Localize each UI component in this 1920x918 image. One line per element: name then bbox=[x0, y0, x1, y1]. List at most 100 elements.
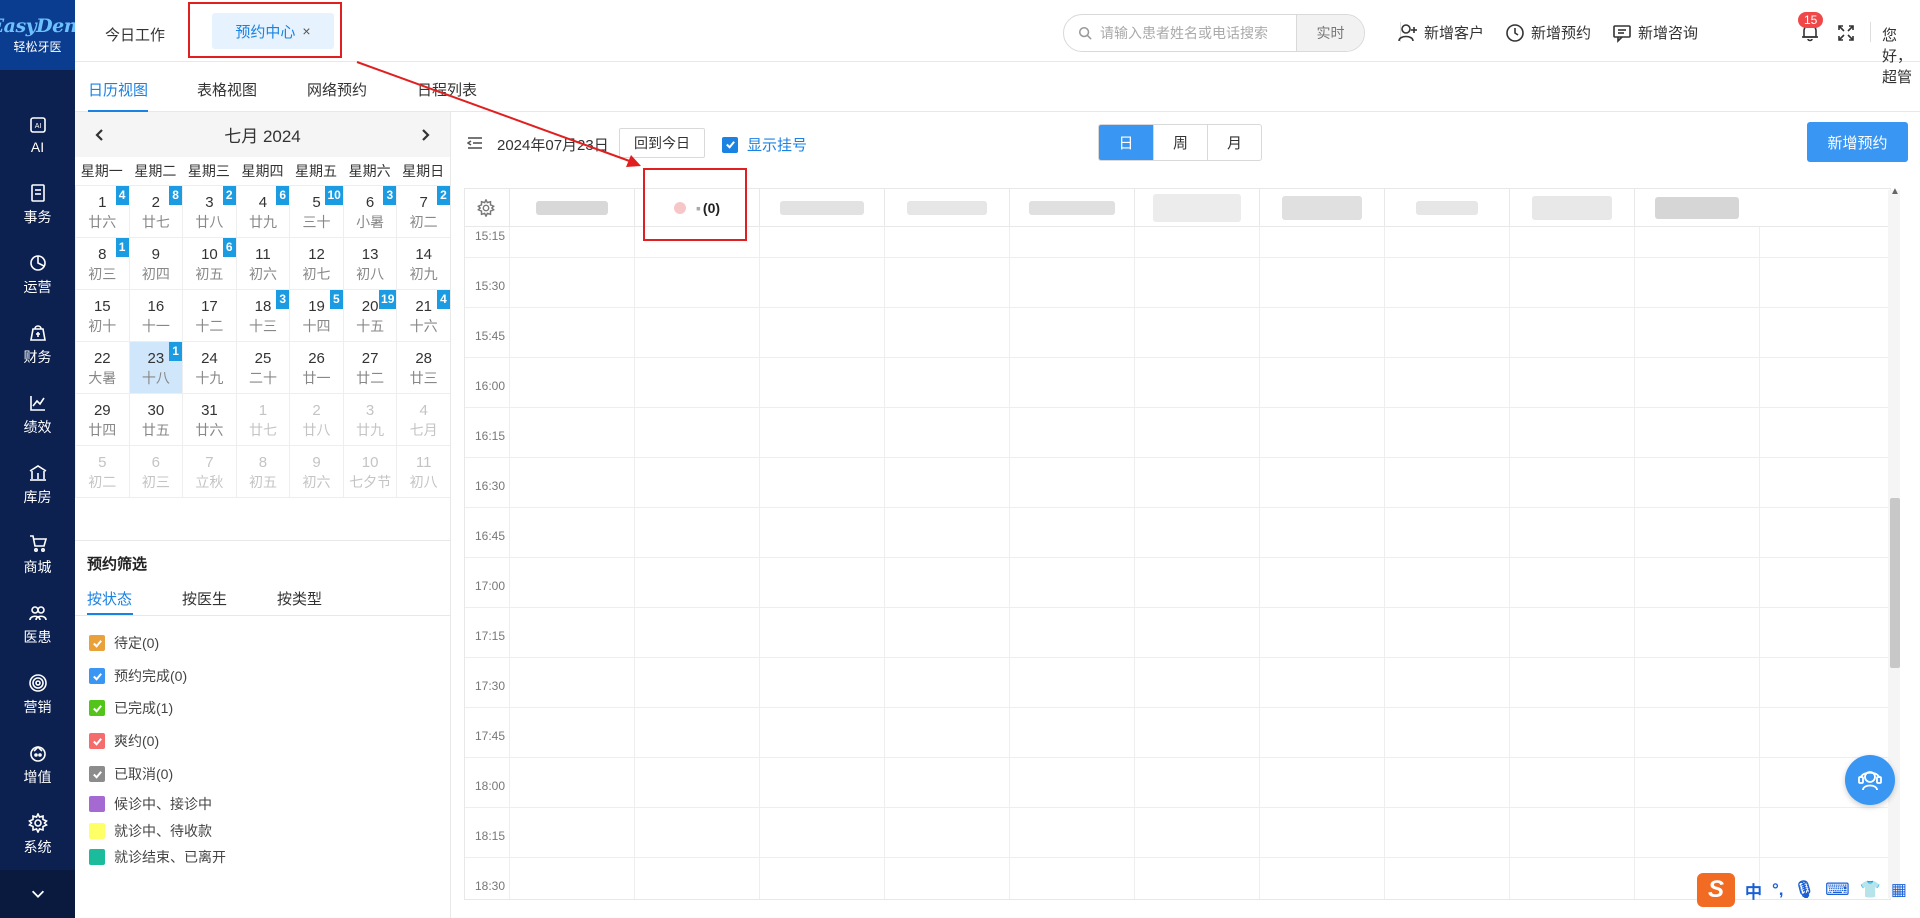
calendar-day[interactable]: 4 七月 bbox=[397, 394, 451, 446]
status-filter-item[interactable]: 待定(0) bbox=[89, 633, 159, 653]
calendar-day[interactable]: 9 初四 bbox=[129, 238, 184, 290]
fullscreen-button[interactable] bbox=[1837, 24, 1855, 45]
calendar-day[interactable]: 25 二十 bbox=[236, 342, 291, 394]
calendar-day[interactable]: 26 廿一 bbox=[290, 342, 344, 394]
calendar-day[interactable]: 6 初三 bbox=[129, 446, 184, 498]
checkbox-checked-icon[interactable] bbox=[89, 766, 105, 782]
doctor-column-header[interactable] bbox=[1009, 189, 1134, 227]
color-swatch[interactable] bbox=[89, 823, 105, 839]
calendar-day[interactable]: 11 初八 bbox=[397, 446, 451, 498]
calendar-day[interactable]: 8 初五 bbox=[236, 446, 291, 498]
filter-tab-type[interactable]: 按类型 bbox=[277, 588, 322, 609]
status-filter-item[interactable]: 候诊中、接诊中 bbox=[89, 794, 212, 814]
calendar-day[interactable]: 7 立秋 bbox=[183, 446, 237, 498]
calendar-day[interactable]: 18 十三 3 bbox=[236, 290, 291, 342]
status-filter-item[interactable]: 就诊结束、已离开 bbox=[89, 847, 226, 867]
color-swatch[interactable] bbox=[89, 849, 105, 865]
tab-schedule-list[interactable]: 日程列表 bbox=[417, 79, 477, 100]
calendar-day[interactable]: 1 廿六 4 bbox=[76, 186, 130, 238]
doctor-column-header[interactable] bbox=[509, 189, 634, 227]
color-swatch[interactable] bbox=[89, 796, 105, 812]
patient-search[interactable]: 请输入患者姓名或电话搜索 实时 bbox=[1063, 14, 1365, 52]
grid-icon[interactable]: ▦ bbox=[1891, 880, 1907, 900]
add-customer-button[interactable]: 新增客户 bbox=[1398, 22, 1484, 43]
sogou-logo[interactable]: S bbox=[1697, 873, 1735, 907]
status-filter-item[interactable]: 爽约(0) bbox=[89, 731, 159, 751]
calendar-day[interactable]: 11 初六 bbox=[236, 238, 291, 290]
status-filter-item[interactable]: 就诊中、待收款 bbox=[89, 821, 212, 841]
calendar-day[interactable]: 1 廿七 bbox=[236, 394, 291, 446]
back-to-today-button[interactable]: 回到今日 bbox=[619, 128, 705, 158]
sidebar-item-value[interactable]: 增值 bbox=[0, 730, 75, 800]
tab-online-appointment[interactable]: 网络预约 bbox=[307, 79, 367, 100]
add-consult-button[interactable]: 新增咨询 bbox=[1612, 22, 1698, 43]
sidebar-item-line-chart[interactable]: 绩效 bbox=[0, 380, 75, 450]
scroll-up-icon[interactable]: ▲ bbox=[1890, 186, 1900, 197]
filter-tab-doctor[interactable]: 按医生 bbox=[182, 588, 227, 609]
calendar-day[interactable]: 10 七夕节 bbox=[343, 446, 398, 498]
calendar-day[interactable]: 31 廿六 bbox=[183, 394, 237, 446]
doctor-column-header[interactable] bbox=[1259, 189, 1384, 227]
sidebar-item-task[interactable]: 事务 bbox=[0, 170, 75, 240]
calendar-day[interactable]: 3 廿九 bbox=[343, 394, 398, 446]
calendar-day[interactable]: 13 初八 bbox=[343, 238, 398, 290]
calendar-day[interactable]: 6 小暑 3 bbox=[343, 186, 398, 238]
calendar-day[interactable]: 12 初七 bbox=[290, 238, 344, 290]
calendar-day[interactable]: 7 初二 2 bbox=[397, 186, 451, 238]
mic-icon[interactable]: 🎙 bbox=[1794, 880, 1816, 900]
sidebar-item-pie-chart[interactable]: 运营 bbox=[0, 240, 75, 310]
doctor-column-header[interactable] bbox=[1384, 189, 1509, 227]
collapse-panel-button[interactable] bbox=[466, 136, 483, 153]
calendar-day[interactable]: 16 十一 bbox=[129, 290, 184, 342]
sidebar-item-finance[interactable]: 财务 bbox=[0, 310, 75, 380]
status-filter-item[interactable]: 预约完成(0) bbox=[89, 666, 187, 686]
doctor-column-header[interactable]: ▪ (0) bbox=[634, 189, 759, 227]
new-appointment-button[interactable]: 新增预约 bbox=[1807, 122, 1908, 162]
tab-appointment-center[interactable]: 预约中心 × bbox=[212, 13, 334, 49]
calendar-day[interactable]: 2 廿八 bbox=[290, 394, 344, 446]
checkbox-checked-icon[interactable] bbox=[89, 668, 105, 684]
search-mode-button[interactable]: 实时 bbox=[1296, 15, 1364, 51]
calendar-day[interactable]: 5 初二 bbox=[76, 446, 130, 498]
view-month-button[interactable]: 月 bbox=[1207, 125, 1261, 160]
calendar-day[interactable]: 10 初五 6 bbox=[183, 238, 237, 290]
calendar-day[interactable]: 4 廿九 6 bbox=[236, 186, 291, 238]
skin-icon[interactable]: 👕 bbox=[1860, 880, 1881, 900]
customer-service-button[interactable] bbox=[1845, 755, 1895, 805]
checkbox-checked-icon[interactable] bbox=[89, 635, 105, 651]
view-week-button[interactable]: 周 bbox=[1153, 125, 1207, 160]
add-appointment-button[interactable]: 新增预约 bbox=[1505, 22, 1591, 43]
calendar-day[interactable]: 22 大暑 bbox=[76, 342, 130, 394]
filter-tab-status[interactable]: 按状态 bbox=[87, 588, 132, 609]
chevron-left-icon[interactable] bbox=[93, 128, 107, 142]
calendar-day[interactable]: 28 廿三 bbox=[397, 342, 451, 394]
app-logo[interactable]: EasyDent 轻松牙医 bbox=[0, 0, 86, 70]
sidebar-collapse-button[interactable] bbox=[0, 870, 75, 918]
view-day-button[interactable]: 日 bbox=[1099, 125, 1153, 160]
sidebar-item-ai[interactable]: AI AI bbox=[0, 100, 75, 170]
sidebar-item-target[interactable]: 营销 bbox=[0, 660, 75, 730]
doctor-column-header[interactable] bbox=[1134, 189, 1259, 227]
calendar-day[interactable]: 24 十九 bbox=[183, 342, 237, 394]
calendar-day[interactable]: 30 廿五 bbox=[129, 394, 184, 446]
calendar-day[interactable]: 5 三十 10 bbox=[290, 186, 344, 238]
status-filter-item[interactable]: 已取消(0) bbox=[89, 764, 173, 784]
doctor-column-header[interactable] bbox=[759, 189, 884, 227]
status-filter-item[interactable]: 已完成(1) bbox=[89, 698, 173, 718]
doctor-column-header[interactable] bbox=[1634, 189, 1759, 227]
calendar-day-selected[interactable]: 23 十八 1 bbox=[129, 342, 184, 394]
keyboard-icon[interactable]: ⌨ bbox=[1825, 880, 1850, 900]
calendar-day[interactable]: 29 廿四 bbox=[76, 394, 130, 446]
calendar-day[interactable]: 3 廿八 2 bbox=[183, 186, 237, 238]
tab-today-work[interactable]: 今日工作 bbox=[105, 24, 165, 45]
tab-calendar-view[interactable]: 日历视图 bbox=[88, 79, 148, 100]
sidebar-item-gear[interactable]: 系统 bbox=[0, 800, 75, 870]
schedule-settings-button[interactable] bbox=[477, 198, 495, 220]
calendar-day[interactable]: 27 廿二 bbox=[343, 342, 398, 394]
checkbox-checked-icon[interactable] bbox=[89, 733, 105, 749]
ime-punct-label[interactable]: °, bbox=[1772, 880, 1784, 900]
calendar-day[interactable]: 19 十四 5 bbox=[290, 290, 344, 342]
calendar-day[interactable]: 14 初九 bbox=[397, 238, 451, 290]
sidebar-item-warehouse[interactable]: 库房 bbox=[0, 450, 75, 520]
doctor-column-header[interactable] bbox=[1509, 189, 1634, 227]
